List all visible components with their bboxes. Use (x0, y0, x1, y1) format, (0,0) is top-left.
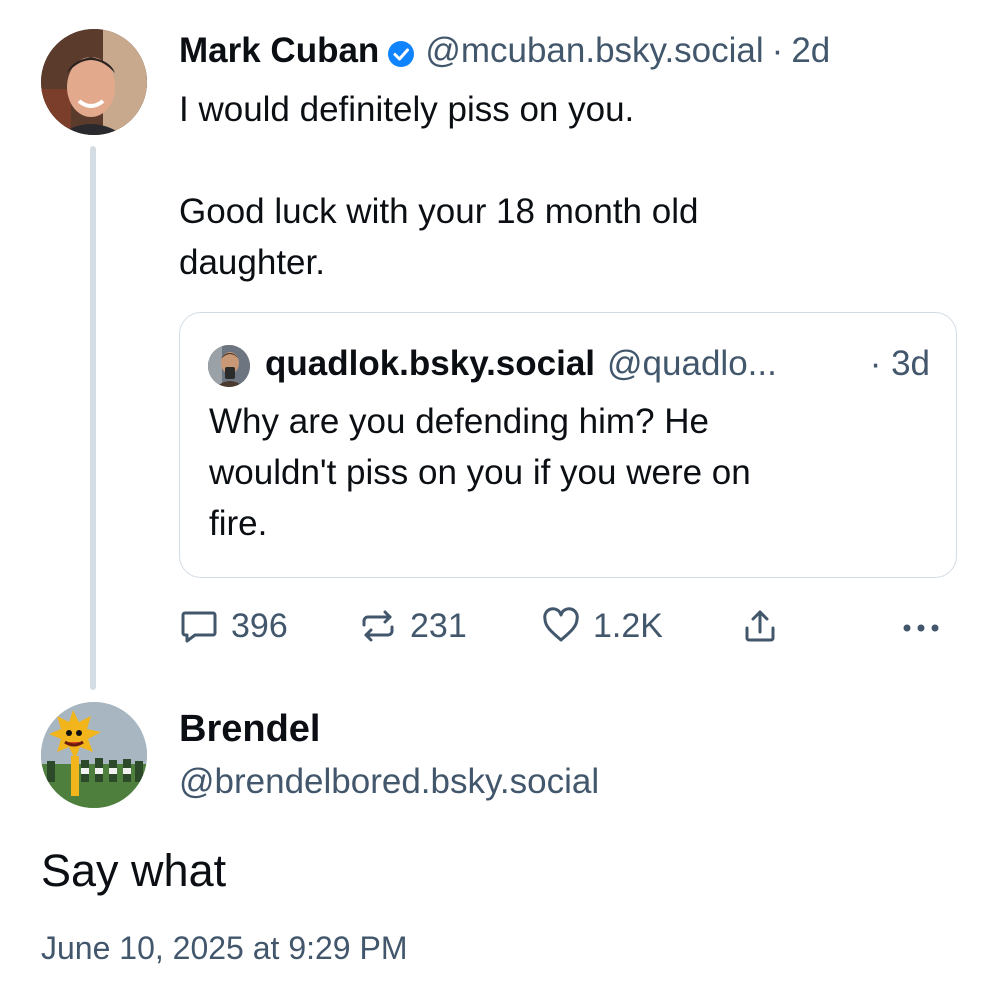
quoted-text-line: fire. (209, 504, 268, 543)
share-button[interactable] (740, 604, 792, 648)
share-icon (745, 610, 775, 642)
heart-icon (543, 607, 579, 642)
post-text-line: I would definitely piss on you. (179, 90, 635, 129)
quoted-text-line: Why are you defending him? He (209, 402, 709, 441)
quoted-post-age: · 3d (869, 344, 930, 383)
quoted-post-text: Why are you defending him? He wouldn't p… (209, 396, 929, 549)
thread-line (90, 146, 96, 690)
like-button[interactable]: 1.2K (541, 604, 663, 648)
reply-button[interactable]: 396 (179, 604, 288, 648)
person-avatar-icon (41, 29, 147, 135)
repost-button[interactable]: 231 (358, 604, 467, 648)
like-count: 1.2K (593, 606, 663, 645)
person-avatar-icon (208, 345, 250, 387)
display-name[interactable]: Mark Cuban (179, 31, 379, 71)
separator: · (771, 31, 784, 70)
ellipsis-icon (903, 624, 939, 632)
handle[interactable]: @mcuban.bsky.social (425, 31, 763, 71)
speech-bubble-icon (181, 611, 217, 643)
post-header: Mark Cuban @mcuban.bsky.social · 2d (179, 28, 830, 74)
post-text-line: Good luck with your 18 month old (179, 192, 699, 231)
reply-handle[interactable]: @brendelbored.bsky.social (179, 762, 599, 802)
quoted-text-line: wouldn't piss on you if you were on (209, 453, 751, 492)
quoted-display-name: quadlok.bsky.social (265, 344, 596, 383)
mascot-avatar-icon (41, 702, 147, 808)
quoted-post-header: quadlok.bsky.social @quadlo... · 3d (265, 340, 930, 388)
reply-count: 396 (231, 606, 288, 645)
verified-badge-icon[interactable] (387, 37, 415, 67)
quoted-handle: @quadlo... (607, 344, 777, 383)
post-text-line: daughter. (179, 243, 325, 282)
avatar[interactable] (41, 702, 147, 808)
avatar[interactable] (41, 29, 147, 135)
post-timestamp[interactable]: June 10, 2025 at 9:29 PM (41, 930, 407, 967)
quoted-avatar (208, 345, 250, 387)
post-age[interactable]: 2d (791, 31, 830, 71)
more-options-button[interactable] (900, 604, 954, 648)
reply-text: Say what (41, 845, 227, 896)
repost-count: 231 (410, 606, 467, 645)
post-text: I would definitely piss on you. Good luc… (179, 84, 939, 288)
repost-arrows-icon (362, 610, 394, 642)
reply-display-name[interactable]: Brendel (179, 708, 320, 751)
